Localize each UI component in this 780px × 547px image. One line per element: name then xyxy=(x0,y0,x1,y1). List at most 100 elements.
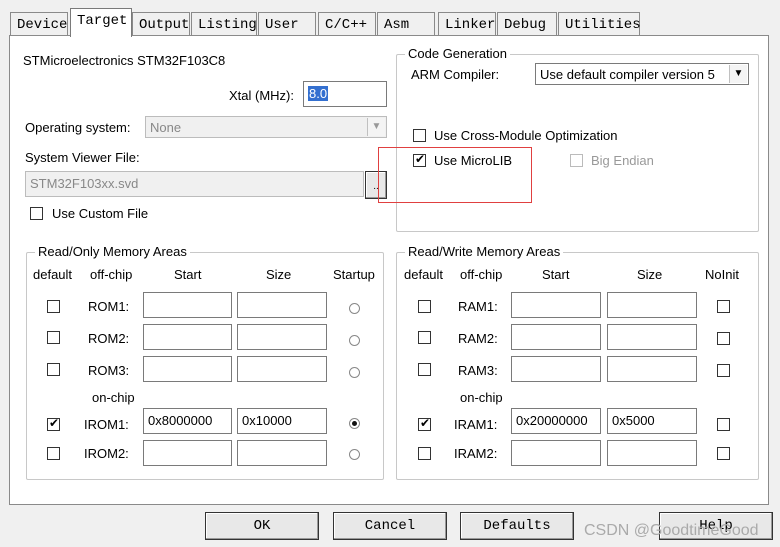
rom3-startup-radio[interactable] xyxy=(349,367,360,378)
iram2-size-field[interactable] xyxy=(607,440,697,466)
ram2-size-field[interactable] xyxy=(607,324,697,350)
tab-utilities-label: Utilities xyxy=(565,17,641,33)
tab-listing-label: Listing xyxy=(198,17,257,33)
tab-target[interactable]: Target xyxy=(70,8,132,37)
ram-onchip-label: on-chip xyxy=(460,390,503,405)
custom-file-checkbox[interactable] xyxy=(30,207,43,220)
rom2-start-field[interactable] xyxy=(143,324,232,350)
csdn-watermark: CSDN @GoodtimeGood xyxy=(584,522,759,539)
ram2-start-field[interactable] xyxy=(511,324,601,350)
rom-group: Read/Only Memory Areas default off-chip … xyxy=(26,244,384,480)
rom3-default-checkbox[interactable] xyxy=(47,363,60,376)
irom1-label: IROM1: xyxy=(84,417,129,432)
chevron-down-icon: ▼ xyxy=(729,65,747,83)
rom-header-offchip: off-chip xyxy=(90,267,133,282)
rom-header-start: Start xyxy=(174,267,202,282)
rom3-size-field[interactable] xyxy=(237,356,327,382)
ram1-start-field[interactable] xyxy=(511,292,601,318)
svd-field[interactable]: STM32F103xx.svd xyxy=(25,171,364,197)
big-endian-checkbox[interactable] xyxy=(570,154,583,167)
ram3-noinit-checkbox[interactable] xyxy=(717,364,730,377)
ram3-default-checkbox[interactable] xyxy=(418,363,431,376)
iram2-start-field[interactable] xyxy=(511,440,601,466)
ram2-noinit-checkbox[interactable] xyxy=(717,332,730,345)
tab-cpp[interactable]: C/C++ xyxy=(318,12,376,36)
check-icon: ✔ xyxy=(419,416,431,430)
arm-compiler-label: ARM Compiler: xyxy=(411,67,500,82)
ram-header-offchip: off-chip xyxy=(460,267,503,282)
svd-value: STM32F103xx.svd xyxy=(30,176,139,191)
ram3-size-field[interactable] xyxy=(607,356,697,382)
rom3-start-field[interactable] xyxy=(143,356,232,382)
iram1-start-field[interactable]: 0x20000000 xyxy=(511,408,601,434)
tab-linker[interactable]: Linker xyxy=(438,12,496,36)
rom2-startup-radio[interactable] xyxy=(349,335,360,346)
tab-debug-label: Debug xyxy=(504,17,547,33)
ok-button[interactable]: OK xyxy=(205,512,319,540)
arm-compiler-select[interactable]: Use default compiler version 5 ▼ xyxy=(535,63,749,85)
rom-header-startup: Startup xyxy=(333,267,375,282)
tab-target-label: Target xyxy=(77,13,128,29)
ram3-label: RAM3: xyxy=(458,363,498,378)
big-endian-label: Big Endian xyxy=(591,153,654,168)
rom1-start-field[interactable] xyxy=(143,292,232,318)
rom-header-size: Size xyxy=(266,267,292,282)
irom2-default-checkbox[interactable] xyxy=(47,447,60,460)
rom2-label: ROM2: xyxy=(88,331,130,346)
tab-asm[interactable]: Asm xyxy=(377,12,435,36)
iram1-noinit-checkbox[interactable] xyxy=(717,418,730,431)
tab-debug[interactable]: Debug xyxy=(497,12,557,36)
rom1-default-checkbox[interactable] xyxy=(47,300,60,313)
irom1-start-value: 0x8000000 xyxy=(148,413,213,428)
irom1-start-field[interactable]: 0x8000000 xyxy=(143,408,232,434)
tab-device[interactable]: Device xyxy=(10,12,68,36)
tab-listing[interactable]: Listing xyxy=(191,12,257,36)
ram1-size-field[interactable] xyxy=(607,292,697,318)
os-label: Operating system: xyxy=(25,120,131,135)
cross-module-label: Use Cross-Module Optimization xyxy=(434,128,618,143)
ram-group: Read/Write Memory Areas default off-chip… xyxy=(396,244,759,480)
code-generation-title: Code Generation xyxy=(405,46,511,61)
ram-header-start: Start xyxy=(542,267,570,282)
tab-bar: Device Target Output Listing User C/C++ … xyxy=(10,8,780,37)
code-generation-group: Code Generation ARM Compiler: Use defaul… xyxy=(396,46,759,232)
rom2-size-field[interactable] xyxy=(237,324,327,350)
irom1-startup-radio[interactable] xyxy=(349,418,360,429)
tab-user[interactable]: User xyxy=(258,12,316,36)
iram2-default-checkbox[interactable] xyxy=(418,447,431,460)
cross-module-checkbox[interactable] xyxy=(413,129,426,142)
iram2-label: IRAM2: xyxy=(454,446,498,461)
irom1-size-value: 0x10000 xyxy=(242,413,292,428)
ram2-default-checkbox[interactable] xyxy=(418,331,431,344)
irom2-size-field[interactable] xyxy=(237,440,327,466)
rom2-default-checkbox[interactable] xyxy=(47,331,60,344)
irom2-startup-radio[interactable] xyxy=(349,449,360,460)
iram1-size-field[interactable]: 0x5000 xyxy=(607,408,697,434)
ram1-default-checkbox[interactable] xyxy=(418,300,431,313)
rom1-startup-radio[interactable] xyxy=(349,303,360,314)
irom1-default-checkbox[interactable]: ✔ xyxy=(47,416,60,431)
tab-output[interactable]: Output xyxy=(132,12,190,36)
ram3-start-field[interactable] xyxy=(511,356,601,382)
tab-utilities[interactable]: Utilities xyxy=(558,12,641,36)
iram1-default-checkbox[interactable]: ✔ xyxy=(418,416,431,431)
rom3-label: ROM3: xyxy=(88,363,130,378)
rom1-size-field[interactable] xyxy=(237,292,327,318)
defaults-button[interactable]: Defaults xyxy=(460,512,574,540)
custom-file-label: Use Custom File xyxy=(52,206,149,221)
ram-header-default: default xyxy=(404,267,444,282)
iram1-start-value: 0x20000000 xyxy=(516,413,588,428)
xtal-value: 8.0 xyxy=(308,86,329,101)
ram1-noinit-checkbox[interactable] xyxy=(717,300,730,313)
irom2-start-field[interactable] xyxy=(143,440,232,466)
xtal-field[interactable]: 8.0 xyxy=(303,81,387,107)
check-icon: ✔ xyxy=(48,416,60,430)
cancel-button[interactable]: Cancel xyxy=(333,512,447,540)
irom1-size-field[interactable]: 0x10000 xyxy=(237,408,327,434)
os-value: None xyxy=(150,120,182,135)
tab-user-label: User xyxy=(265,17,299,33)
iram2-noinit-checkbox[interactable] xyxy=(717,447,730,460)
os-select[interactable]: None ▼ xyxy=(145,116,387,138)
target-panel: STMicroelectronics STM32F103C8 Xtal (MHz… xyxy=(9,35,769,505)
arm-compiler-value: Use default compiler version 5 xyxy=(540,67,715,82)
